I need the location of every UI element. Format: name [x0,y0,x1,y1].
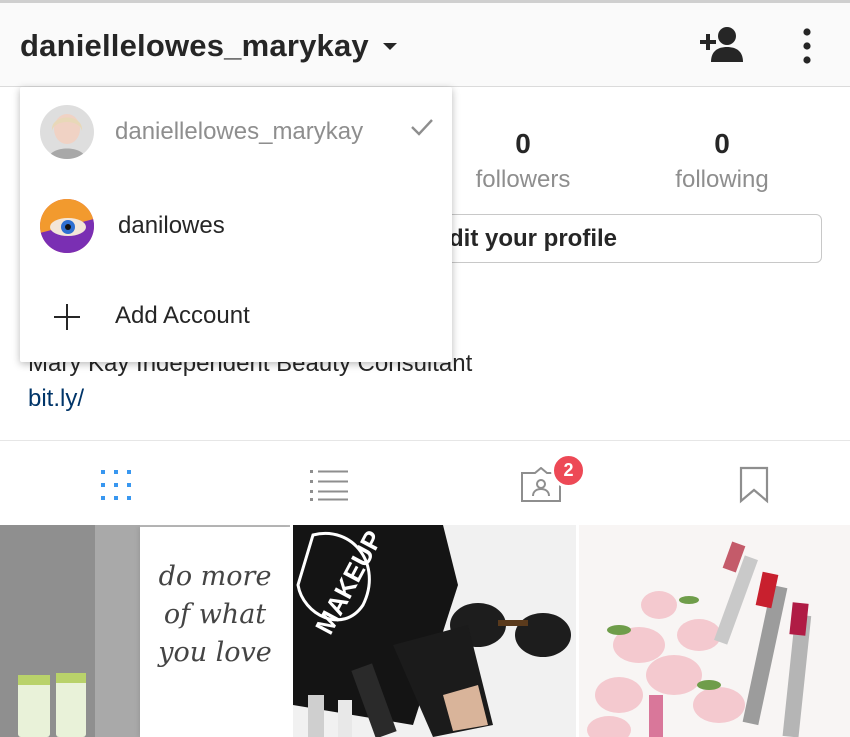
avatar [40,105,94,159]
post-thumbnail[interactable] [579,525,850,737]
post-image [579,525,850,737]
account-option-active[interactable]: daniellelowes_marykay [20,87,452,177]
quote-line: you love [158,637,272,668]
account-option[interactable]: danilowes [20,181,452,271]
profile-link[interactable]: bit.ly/ [28,385,84,413]
header-username: daniellelowes_marykay [20,28,369,63]
tab-saved[interactable] [724,455,784,515]
add-account-label: Add Account [115,302,250,329]
list-icon [310,470,348,501]
following-label: following [675,166,769,193]
more-options-icon[interactable] [792,25,822,69]
grid-icon [101,470,131,500]
avatar [40,199,94,253]
account-switcher-button[interactable]: daniellelowes_marykay [20,25,397,67]
add-account-button[interactable]: Add Account [20,271,452,361]
profile-header: daniellelowes_marykay [0,3,850,87]
checkmark-icon [411,119,433,136]
discover-people-icon[interactable] [698,25,748,65]
bookmark-icon [739,466,769,504]
quote-line: of what [163,599,267,630]
tab-grid[interactable] [86,455,146,515]
notification-badge: 2 [551,453,586,488]
post-thumbnail[interactable]: do more of what you love [0,525,290,737]
plus-icon [54,304,80,330]
quote-line: do more [158,561,272,592]
quote-card: do more of what you love [140,527,290,737]
followers-label: followers [475,166,571,193]
post-thumbnail[interactable]: MAKEUP [293,525,576,737]
account-username: danilowes [118,212,225,239]
account-switcher-menu: daniellelowes_marykay danilowes Add Acco… [20,87,452,362]
following-count: 0 [714,128,730,159]
tab-list[interactable] [299,455,359,515]
following-stat[interactable]: 0 following [662,128,782,194]
followers-count: 0 [515,128,531,159]
account-username: daniellelowes_marykay [115,118,364,145]
followers-stat[interactable]: 0 followers [463,128,583,194]
tabs-divider [0,440,850,441]
caret-down-icon [382,42,397,50]
